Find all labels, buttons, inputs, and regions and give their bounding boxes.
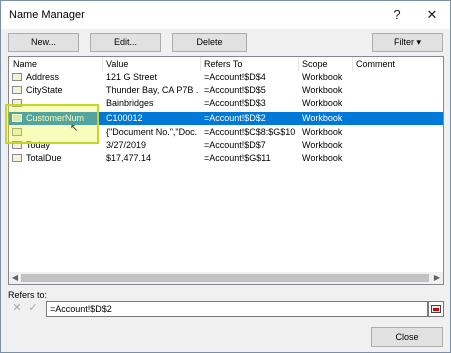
row-refers-to: =Account!$D$5 bbox=[204, 85, 266, 95]
title-bar: Name Manager ? ✕ bbox=[1, 1, 450, 29]
list-row-address[interactable]: Address 121 G Street =Account!$D$4 Workb… bbox=[9, 71, 443, 84]
cancel-x-icon[interactable]: ✕ bbox=[10, 301, 24, 315]
row-name: CityState bbox=[26, 85, 63, 95]
collapse-dialog-button[interactable] bbox=[428, 301, 444, 317]
edit-button-label: Edit... bbox=[113, 37, 137, 47]
delete-button-label: Delete bbox=[196, 37, 223, 47]
row-refers-to: =Account!$C$8:$G$10 bbox=[204, 127, 296, 137]
collapse-dialog-icon-accent bbox=[433, 308, 439, 311]
refers-to-input[interactable]: =Account!$D$2 bbox=[46, 301, 428, 317]
confirm-check-icon[interactable]: ✓ bbox=[26, 301, 40, 315]
row-value: C100012 bbox=[106, 113, 143, 123]
row-name: Address bbox=[26, 72, 60, 82]
window-title: Name Manager bbox=[9, 9, 85, 21]
new-button[interactable]: New... bbox=[8, 33, 79, 52]
names-list[interactable]: Name Value Refers To Scope Comment Addre… bbox=[8, 56, 444, 285]
row-scope: Workbook bbox=[302, 113, 343, 123]
horizontal-scrollbar[interactable]: ◀ ▶ bbox=[9, 272, 443, 284]
column-divider[interactable] bbox=[352, 57, 353, 71]
row-value: 3/27/2019 bbox=[106, 140, 147, 150]
row-name: TotalDue bbox=[26, 153, 62, 163]
row-scope: Workbook bbox=[302, 98, 343, 108]
new-button-label: New... bbox=[30, 37, 56, 47]
help-button[interactable]: ? bbox=[384, 5, 410, 25]
row-scope: Workbook bbox=[302, 85, 343, 95]
row-value: 121 G Street bbox=[106, 72, 158, 82]
row-refers-to: =Account!$D$3 bbox=[204, 98, 266, 108]
row-value: Thunder Bay, CA P7B ... bbox=[106, 85, 198, 95]
range-name-icon bbox=[12, 86, 22, 94]
row-scope: Workbook bbox=[302, 72, 343, 82]
column-divider[interactable] bbox=[298, 57, 299, 71]
range-name-icon bbox=[12, 128, 22, 136]
scroll-left-arrow-icon[interactable]: ◀ bbox=[10, 273, 20, 283]
row-scope: Workbook bbox=[302, 140, 343, 150]
list-row-citystate[interactable]: CityState Thunder Bay, CA P7B ... =Accou… bbox=[9, 84, 443, 97]
row-value: {"Document No.","Doc... bbox=[106, 127, 198, 137]
row-scope: Workbook bbox=[302, 153, 343, 163]
column-divider[interactable] bbox=[102, 57, 103, 71]
mouse-cursor-icon: ↖ bbox=[70, 123, 79, 134]
column-header-value[interactable]: Value bbox=[106, 59, 128, 69]
list-row-today[interactable]: Today 3/27/2019 =Account!$D$7 Workbook bbox=[9, 139, 443, 152]
scroll-right-arrow-icon[interactable]: ▶ bbox=[432, 273, 442, 283]
name-manager-dialog: Name Manager ? ✕ New... Edit... Delete F… bbox=[0, 0, 451, 353]
column-header-name[interactable]: Name bbox=[13, 59, 37, 69]
range-name-icon bbox=[12, 114, 22, 122]
column-header-scope[interactable]: Scope bbox=[302, 59, 328, 69]
close-window-button[interactable]: ✕ bbox=[419, 5, 445, 25]
filter-button-label: Filter ▾ bbox=[393, 37, 422, 47]
range-name-icon bbox=[12, 73, 22, 81]
delete-button[interactable]: Delete bbox=[172, 33, 247, 52]
list-header: Name Value Refers To Scope Comment bbox=[9, 57, 443, 71]
filter-button[interactable]: Filter ▾ bbox=[372, 33, 443, 52]
close-button-label: Close bbox=[395, 332, 419, 342]
row-refers-to: =Account!$G$11 bbox=[204, 153, 271, 163]
scrollbar-thumb[interactable] bbox=[21, 274, 429, 282]
column-header-comment[interactable]: Comment bbox=[356, 59, 395, 69]
row-scope: Workbook bbox=[302, 127, 343, 137]
range-name-icon bbox=[12, 141, 22, 149]
row-refers-to: =Account!$D$4 bbox=[204, 72, 266, 82]
range-name-icon bbox=[12, 99, 22, 107]
refers-to-label: Refers to: bbox=[8, 290, 48, 300]
row-value: Bainbridges bbox=[106, 98, 154, 108]
row-name: CustomerNum bbox=[26, 113, 85, 123]
close-button[interactable]: Close bbox=[371, 327, 443, 347]
row-refers-to: =Account!$D$7 bbox=[204, 140, 266, 150]
edit-button[interactable]: Edit... bbox=[90, 33, 161, 52]
row-refers-to: =Account!$D$2 bbox=[204, 113, 266, 123]
row-name: Today bbox=[26, 140, 51, 150]
row-value: $17,477.14 bbox=[106, 153, 152, 163]
range-name-icon bbox=[12, 154, 22, 162]
column-divider[interactable] bbox=[200, 57, 201, 71]
list-row-totaldue[interactable]: TotalDue $17,477.14 =Account!$G$11 Workb… bbox=[9, 152, 443, 165]
column-header-refers-to[interactable]: Refers To bbox=[204, 59, 242, 69]
list-row-3[interactable]: Bainbridges =Account!$D$3 Workbook bbox=[9, 97, 443, 110]
